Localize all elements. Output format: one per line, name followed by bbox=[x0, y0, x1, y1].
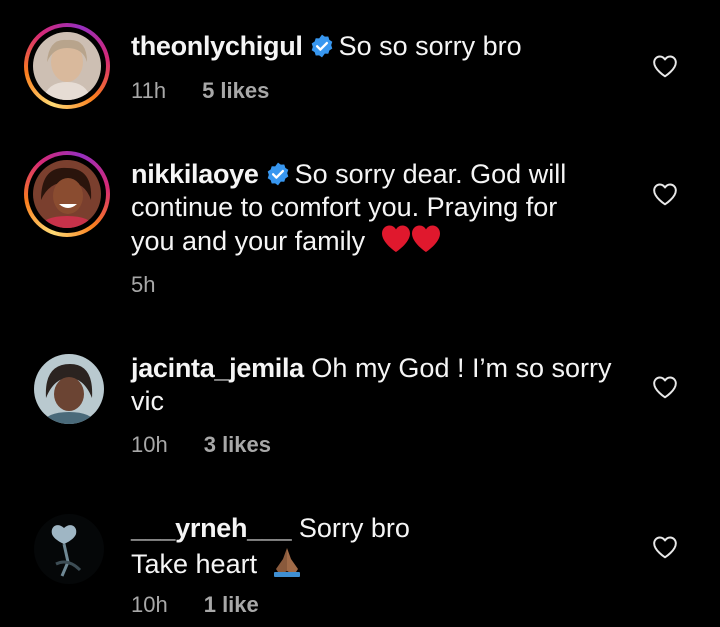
comment-username[interactable]: nikkilaoye bbox=[131, 159, 259, 189]
praying-hands-emoji bbox=[273, 548, 300, 577]
comment-body: vic bbox=[131, 386, 164, 416]
avatar[interactable] bbox=[34, 354, 104, 424]
avatar bbox=[33, 160, 101, 228]
avatar-story-ring[interactable] bbox=[24, 23, 110, 109]
avatar bbox=[33, 32, 101, 100]
comment-body: So so sorry bro bbox=[338, 31, 522, 61]
comment-text: ___yrneh___ Sorry bro Take heart bbox=[131, 512, 631, 581]
avatar-story-ring[interactable] bbox=[24, 151, 110, 237]
like-heart-icon[interactable] bbox=[652, 182, 678, 206]
comment-text: nikkilaoye So sorry dear. God will contin… bbox=[131, 158, 631, 258]
verified-badge-icon bbox=[311, 34, 332, 58]
comment-time: 10h bbox=[131, 592, 168, 617]
comment-meta: 10h 3 likes bbox=[131, 432, 271, 458]
like-heart-icon[interactable] bbox=[652, 535, 678, 559]
like-heart-icon[interactable] bbox=[652, 375, 678, 399]
comment-body: Oh my God ! I’m so sorry bbox=[311, 353, 612, 383]
comment-body: Take heart bbox=[131, 549, 258, 579]
red-heart-emoji bbox=[381, 225, 440, 252]
comment-time: 5h bbox=[131, 272, 156, 297]
comment-likes-count[interactable]: 3 likes bbox=[204, 432, 271, 457]
like-heart-icon[interactable] bbox=[652, 54, 678, 78]
comment-body: continue to comfort you. Praying for bbox=[131, 192, 558, 222]
comment-username[interactable]: ___yrneh___ bbox=[131, 513, 292, 543]
comment-time: 10h bbox=[131, 432, 168, 457]
comment-meta: 10h 1 like bbox=[131, 592, 259, 618]
comment-body: Sorry bro bbox=[298, 513, 410, 543]
comment-username[interactable]: jacinta_jemila bbox=[131, 353, 304, 383]
comment-body: you and your family bbox=[131, 226, 366, 256]
avatar[interactable] bbox=[34, 514, 104, 584]
comment-body: So sorry dear. God will bbox=[294, 159, 567, 189]
comment-likes-count[interactable]: 1 like bbox=[204, 592, 259, 617]
comment-username[interactable]: theonlychigul bbox=[131, 31, 303, 61]
verified-badge-icon bbox=[267, 162, 288, 186]
comment-text: theonlychigul So so sorry bro bbox=[131, 30, 631, 63]
comment-text: jacinta_jemila Oh my God ! I’m so sorry … bbox=[131, 352, 631, 418]
comment-likes-count[interactable]: 5 likes bbox=[202, 78, 269, 103]
comment-meta: 5h bbox=[131, 272, 155, 298]
comment-meta: 11h 5 likes bbox=[131, 78, 269, 104]
comment-time: 11h bbox=[131, 78, 167, 103]
